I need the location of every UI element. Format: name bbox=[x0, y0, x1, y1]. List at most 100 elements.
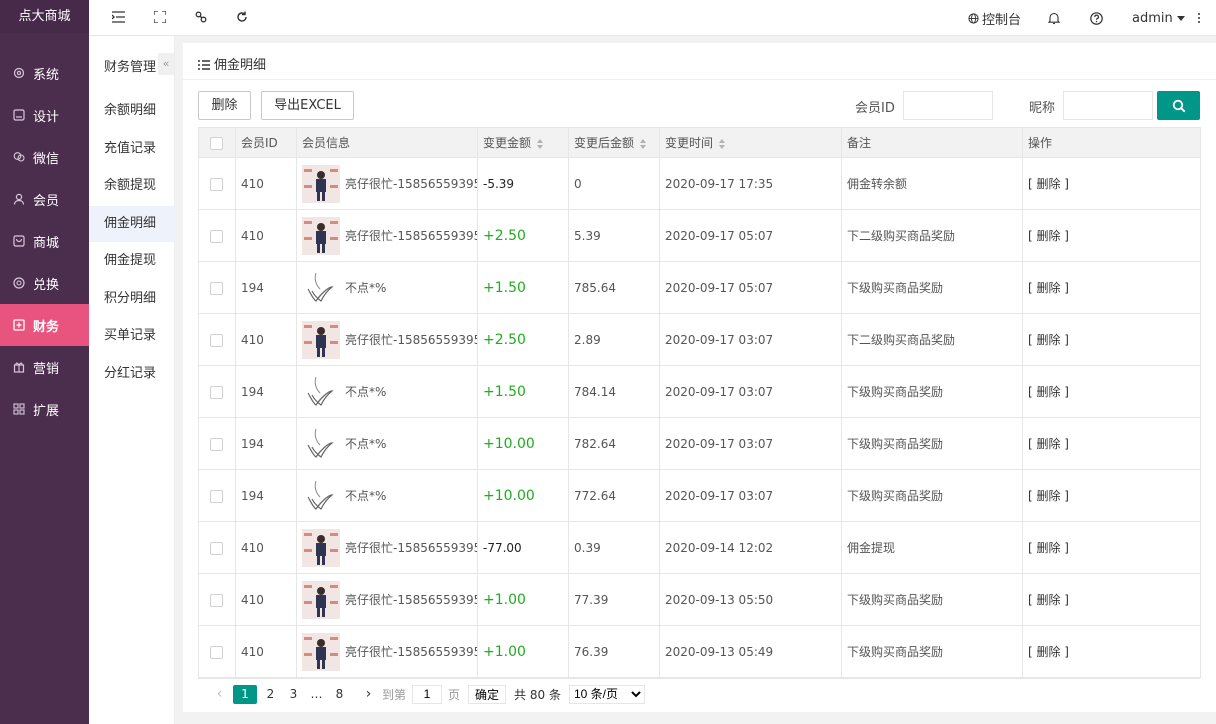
member-info-cell: 亮仔很忙-15856559395 bbox=[296, 313, 478, 366]
row-checkbox[interactable] bbox=[210, 489, 223, 503]
header-after-amount[interactable]: 变更后金额 bbox=[568, 127, 660, 158]
fullscreen-icon[interactable] bbox=[153, 10, 167, 24]
table-row: 410 亮仔很忙-15856559395 +1.00 76.39 2020-09-13 … bbox=[198, 625, 1201, 678]
table-row: 410 亮仔很忙-15856559395 +1.00 77.39 2020-09-13 … bbox=[198, 573, 1201, 626]
select-all-checkbox[interactable] bbox=[210, 136, 223, 150]
sidebar-item-1[interactable]: 设计 bbox=[0, 94, 89, 136]
delete-button[interactable]: 删除 bbox=[198, 91, 251, 120]
subnav-item-6[interactable]: 买单记录 bbox=[89, 318, 175, 354]
shop-icon bbox=[13, 235, 25, 247]
sidebar-item-6[interactable]: 财务 bbox=[0, 304, 89, 346]
after-amount-cell: 784.14 bbox=[568, 365, 660, 418]
sidebar-item-8[interactable]: 扩展 bbox=[0, 388, 89, 430]
note-cell: 佣金转余额 bbox=[841, 157, 1023, 210]
row-checkbox[interactable] bbox=[210, 229, 223, 243]
sort-icon[interactable] bbox=[640, 138, 647, 149]
row-checkbox[interactable] bbox=[210, 541, 223, 555]
row-delete-link[interactable]: [ 删除 ] bbox=[1028, 333, 1069, 347]
help-icon[interactable] bbox=[1090, 0, 1103, 36]
header-amount[interactable]: 变更金额 bbox=[477, 127, 569, 158]
page-numbers: 123 bbox=[231, 684, 305, 704]
row-checkbox[interactable] bbox=[210, 333, 223, 347]
row-checkbox[interactable] bbox=[210, 593, 223, 607]
row-select-cell bbox=[198, 209, 236, 262]
search-button[interactable] bbox=[1157, 91, 1200, 120]
collapse-subnav-button[interactable]: « bbox=[158, 53, 174, 75]
member-name: 亮仔很忙-15856559395 bbox=[345, 593, 478, 607]
row-delete-link[interactable]: [ 删除 ] bbox=[1028, 437, 1069, 451]
goto-page-input[interactable] bbox=[412, 684, 443, 704]
nickname-input[interactable] bbox=[1063, 91, 1153, 120]
amount-cell: -77.00 bbox=[477, 521, 569, 574]
subnav-item-2[interactable]: 余额提现 bbox=[89, 168, 175, 204]
row-delete-link[interactable]: [ 删除 ] bbox=[1028, 281, 1069, 295]
page-1[interactable]: 1 bbox=[233, 684, 257, 704]
caret-down-icon bbox=[1176, 15, 1185, 21]
row-delete-link[interactable]: [ 删除 ] bbox=[1028, 541, 1069, 555]
header-member-info: 会员信息 bbox=[296, 127, 478, 158]
row-checkbox[interactable] bbox=[210, 177, 223, 191]
refresh-icon[interactable] bbox=[235, 10, 249, 24]
goto-suffix: 页 bbox=[448, 687, 461, 702]
sidebar-item-label: 系统 bbox=[33, 67, 60, 83]
goto-confirm-button[interactable]: 确定 bbox=[468, 684, 507, 704]
page-last[interactable]: 8 bbox=[330, 685, 349, 704]
menu-toggle-icon[interactable] bbox=[111, 10, 125, 24]
link-icon[interactable] bbox=[194, 10, 208, 24]
next-page-icon[interactable]: › bbox=[359, 685, 378, 704]
row-checkbox[interactable] bbox=[210, 645, 223, 659]
prev-page-icon[interactable]: ‹ bbox=[210, 685, 229, 704]
member-id-cell: 410 bbox=[235, 157, 297, 210]
subnav-item-3[interactable]: 佣金明细 bbox=[89, 205, 175, 242]
sidebar-item-2[interactable]: 微信 bbox=[0, 136, 89, 178]
row-delete-link[interactable]: [ 删除 ] bbox=[1028, 229, 1069, 243]
table-row: 410 亮仔很忙-15856559395 +2.50 2.89 2020-09-17 0… bbox=[198, 313, 1201, 366]
subnav-item-7[interactable]: 分红记录 bbox=[89, 356, 175, 392]
avatar bbox=[302, 580, 340, 619]
row-checkbox[interactable] bbox=[210, 281, 223, 295]
sort-icon[interactable] bbox=[719, 138, 726, 149]
sidebar-item-7[interactable]: 营销 bbox=[0, 346, 89, 388]
row-delete-link[interactable]: [ 删除 ] bbox=[1028, 177, 1069, 191]
design-icon bbox=[13, 109, 25, 121]
page-size-select[interactable]: 10 条/页 bbox=[568, 684, 645, 704]
table-row: 194 不点*% +1.50 784.14 2020-09-17 03:07 下级购买商品… bbox=[198, 365, 1201, 418]
console-link[interactable]: 控制台 bbox=[968, 0, 1021, 36]
time-cell: 2020-09-17 03:07 bbox=[659, 469, 842, 522]
page-2[interactable]: 2 bbox=[261, 685, 280, 704]
note-cell: 佣金提现 bbox=[841, 521, 1023, 574]
operation-cell: [ 删除 ] bbox=[1022, 209, 1201, 262]
globe-icon bbox=[968, 12, 979, 24]
row-checkbox[interactable] bbox=[210, 437, 223, 451]
bell-icon[interactable] bbox=[1048, 0, 1060, 36]
page-3[interactable]: 3 bbox=[284, 685, 303, 704]
subnav-item-5[interactable]: 积分明细 bbox=[89, 281, 175, 317]
title-divider bbox=[183, 79, 1216, 80]
avatar bbox=[302, 424, 340, 463]
subnav-item-0[interactable]: 余额明细 bbox=[89, 93, 175, 129]
app-logo[interactable]: 点大商城 bbox=[0, 0, 89, 33]
row-delete-link[interactable]: [ 删除 ] bbox=[1028, 645, 1069, 659]
more-icon[interactable] bbox=[1197, 0, 1201, 36]
time-cell: 2020-09-13 05:50 bbox=[659, 573, 842, 626]
sidebar-item-5[interactable]: 兑换 bbox=[0, 262, 89, 304]
amount-value: +1.50 bbox=[483, 279, 526, 296]
header-time[interactable]: 变更时间 bbox=[659, 127, 842, 158]
table-body: 410 亮仔很忙-15856559395 -5.39 0 2020-09-17 17:3… bbox=[198, 157, 1201, 678]
row-checkbox[interactable] bbox=[210, 385, 223, 399]
user-menu[interactable]: admin bbox=[1132, 0, 1185, 36]
header-amount-label: 变更金额 bbox=[483, 136, 532, 150]
sidebar-item-label: 营销 bbox=[33, 361, 60, 377]
member-id-input[interactable] bbox=[903, 91, 993, 120]
note-cell: 下级购买商品奖励 bbox=[841, 417, 1023, 470]
subnav-item-1[interactable]: 充值记录 bbox=[89, 131, 175, 167]
export-excel-button[interactable]: 导出EXCEL bbox=[261, 91, 354, 120]
sidebar-item-0[interactable]: 系统 bbox=[0, 52, 89, 94]
sidebar-item-3[interactable]: 会员 bbox=[0, 178, 89, 220]
row-delete-link[interactable]: [ 删除 ] bbox=[1028, 489, 1069, 503]
sort-icon[interactable] bbox=[537, 138, 544, 149]
sidebar-item-4[interactable]: 商城 bbox=[0, 220, 89, 262]
row-delete-link[interactable]: [ 删除 ] bbox=[1028, 385, 1069, 399]
row-delete-link[interactable]: [ 删除 ] bbox=[1028, 593, 1069, 607]
subnav-item-4[interactable]: 佣金提现 bbox=[89, 243, 175, 279]
